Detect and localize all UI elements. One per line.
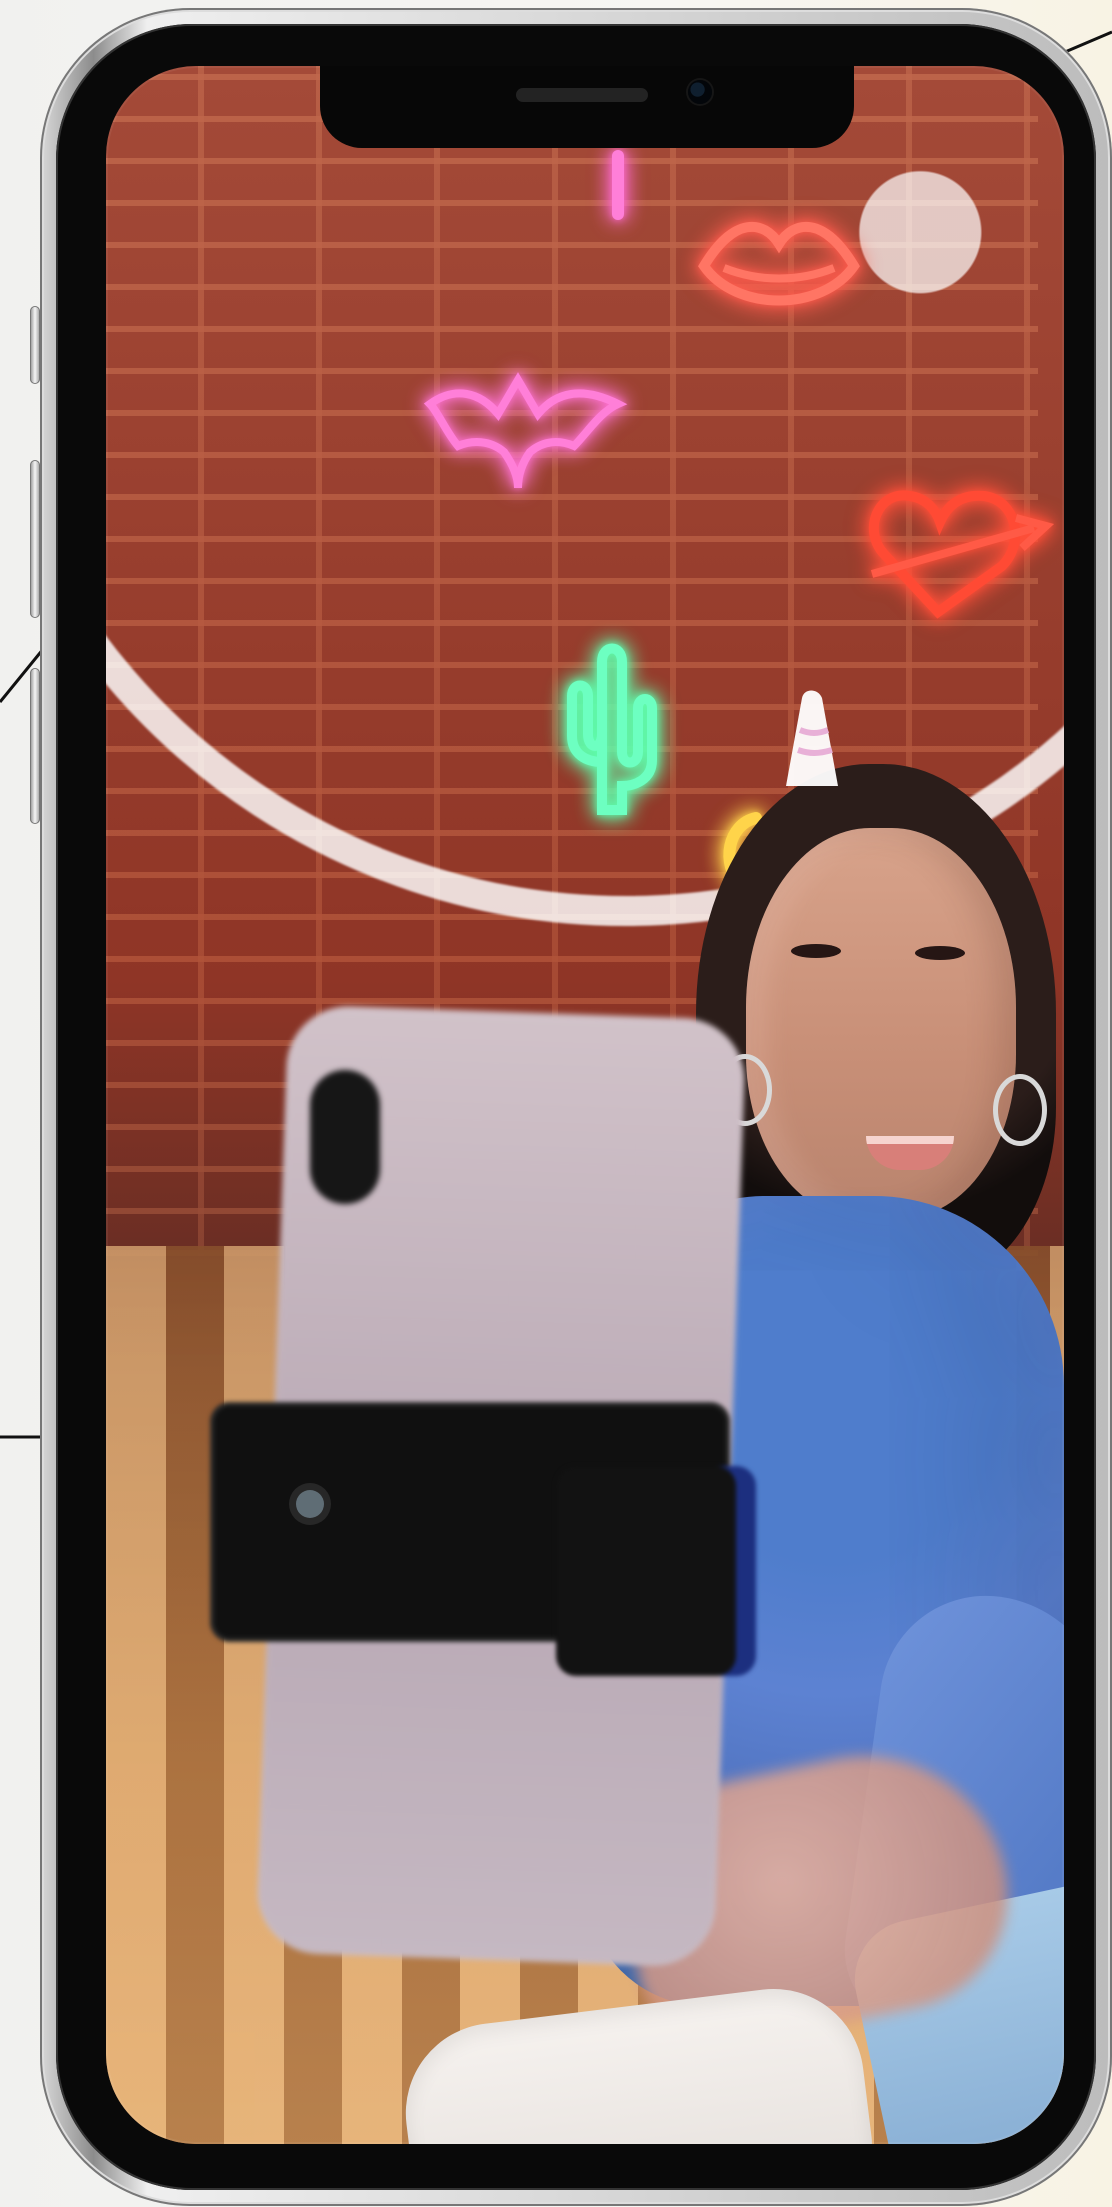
earpiece-speaker-icon <box>516 88 648 102</box>
front-camera-icon <box>688 80 712 104</box>
left-eye <box>791 944 841 958</box>
neon-lips-sign <box>698 221 860 306</box>
smartphone-camera-module <box>310 1070 380 1204</box>
mute-switch <box>30 306 40 384</box>
screen-notch <box>320 66 854 148</box>
phone-screen <box>106 66 1064 2144</box>
volume-down-button <box>30 668 40 824</box>
right-earring <box>993 1074 1047 1146</box>
right-eye <box>915 946 965 960</box>
unicorn-horn-headband <box>786 690 838 786</box>
neon-heart-arrow-sign <box>869 490 1055 619</box>
mount-arm <box>556 1466 736 1676</box>
volume-up-button <box>30 460 40 618</box>
neon-bat-sign <box>423 372 628 489</box>
top-right-connector <box>1064 30 1112 54</box>
neon-top-sign <box>612 150 624 220</box>
mount-bolt-icon <box>296 1490 324 1518</box>
mockup-page <box>0 0 1112 2207</box>
neon-cactus-sign <box>567 643 657 815</box>
